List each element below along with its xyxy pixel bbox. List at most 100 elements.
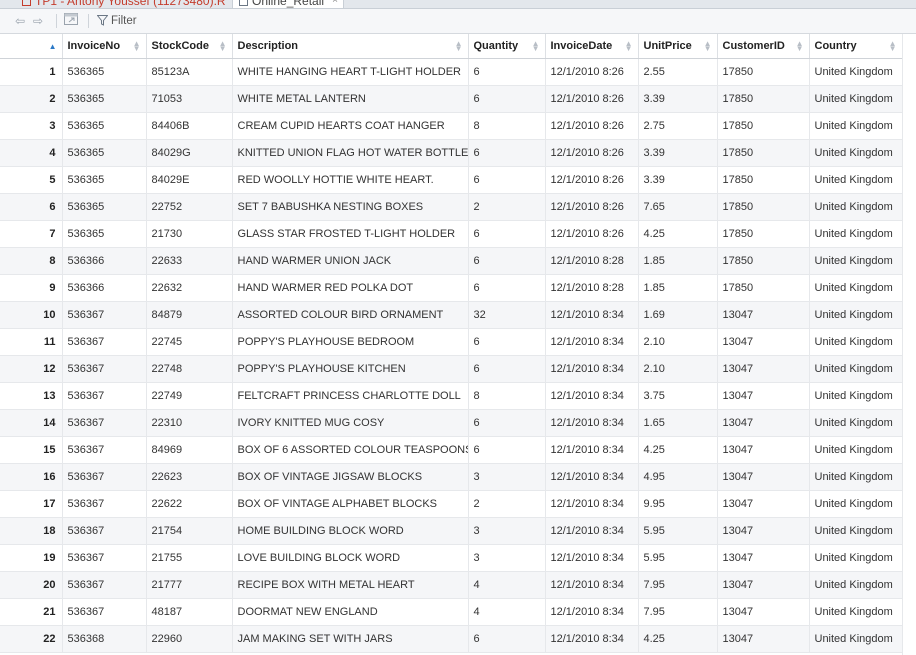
stockcode-cell[interactable]: 21754 <box>146 517 233 545</box>
invoicedate-cell[interactable]: 12/1/2010 8:34 <box>545 625 639 653</box>
column-header-unitprice[interactable]: UnitPrice ▲ ▼ <box>638 34 718 59</box>
description-cell[interactable]: HAND WARMER UNION JACK <box>232 247 469 275</box>
quantity-cell[interactable]: 6 <box>468 85 546 113</box>
quantity-cell[interactable]: 2 <box>468 490 546 518</box>
invoicedate-cell[interactable]: 12/1/2010 8:28 <box>545 274 639 302</box>
unitprice-cell[interactable]: 4.95 <box>638 463 718 491</box>
customerid-cell[interactable]: 13047 <box>717 301 810 329</box>
column-header-quantity[interactable]: Quantity ▲ ▼ <box>468 34 546 59</box>
stockcode-cell[interactable]: 22749 <box>146 382 233 410</box>
row-number[interactable]: 7 <box>0 220 63 248</box>
table-row[interactable]: 11 536367 22745 POPPY'S PLAYHOUSE BEDROOM 6 1… <box>0 328 903 356</box>
invoiceno-cell[interactable]: 536367 <box>62 544 147 572</box>
quantity-cell[interactable]: 3 <box>468 517 546 545</box>
customerid-cell[interactable]: 13047 <box>717 571 810 599</box>
stockcode-cell[interactable]: 22960 <box>146 625 233 653</box>
filter-button[interactable]: Filter <box>96 13 137 29</box>
vertical-scrollbar[interactable] <box>902 34 916 655</box>
unitprice-cell[interactable]: 2.10 <box>638 355 718 383</box>
description-cell[interactable]: HOME BUILDING BLOCK WORD <box>232 517 469 545</box>
description-cell[interactable]: ASSORTED COLOUR BIRD ORNAMENT <box>232 301 469 329</box>
stockcode-cell[interactable]: 22623 <box>146 463 233 491</box>
stockcode-cell[interactable]: 22633 <box>146 247 233 275</box>
country-cell[interactable]: United Kingdom <box>809 490 903 518</box>
invoicedate-cell[interactable]: 12/1/2010 8:34 <box>545 436 639 464</box>
invoiceno-cell[interactable]: 536367 <box>62 571 147 599</box>
invoicedate-cell[interactable]: 12/1/2010 8:26 <box>545 220 639 248</box>
country-cell[interactable]: United Kingdom <box>809 166 903 194</box>
description-cell[interactable]: LOVE BUILDING BLOCK WORD <box>232 544 469 572</box>
customerid-cell[interactable]: 17850 <box>717 58 810 86</box>
invoicedate-cell[interactable]: 12/1/2010 8:34 <box>545 517 639 545</box>
invoicedate-cell[interactable]: 12/1/2010 8:34 <box>545 328 639 356</box>
stockcode-cell[interactable]: 22632 <box>146 274 233 302</box>
invoicedate-cell[interactable]: 12/1/2010 8:28 <box>545 247 639 275</box>
customerid-cell[interactable]: 17850 <box>717 220 810 248</box>
country-cell[interactable]: United Kingdom <box>809 544 903 572</box>
country-cell[interactable]: United Kingdom <box>809 274 903 302</box>
invoicedate-cell[interactable]: 12/1/2010 8:34 <box>545 382 639 410</box>
table-row[interactable]: 19 536367 21755 LOVE BUILDING BLOCK WORD 3 12… <box>0 544 903 572</box>
arrow-left-icon[interactable]: ⇦ <box>15 13 25 29</box>
show-in-window-icon[interactable] <box>64 13 80 29</box>
invoicedate-cell[interactable]: 12/1/2010 8:34 <box>545 490 639 518</box>
customerid-cell[interactable]: 17850 <box>717 139 810 167</box>
invoicedate-cell[interactable]: 12/1/2010 8:26 <box>545 193 639 221</box>
country-cell[interactable]: United Kingdom <box>809 517 903 545</box>
quantity-cell[interactable]: 6 <box>468 436 546 464</box>
country-cell[interactable]: United Kingdom <box>809 571 903 599</box>
column-header-rownum[interactable]: ▲ <box>0 34 63 59</box>
quantity-cell[interactable]: 4 <box>468 571 546 599</box>
column-header-country[interactable]: Country ▲ ▼ <box>809 34 903 59</box>
invoiceno-cell[interactable]: 536365 <box>62 85 147 113</box>
column-header-invoicedate[interactable]: InvoiceDate ▲ ▼ <box>545 34 639 59</box>
stockcode-cell[interactable]: 22752 <box>146 193 233 221</box>
row-number[interactable]: 13 <box>0 382 63 410</box>
table-row[interactable]: 15 536367 84969 BOX OF 6 ASSORTED COLOUR TE… <box>0 436 903 464</box>
quantity-cell[interactable]: 6 <box>468 220 546 248</box>
unitprice-cell[interactable]: 4.25 <box>638 436 718 464</box>
table-row[interactable]: 9 536366 22632 HAND WARMER RED POLKA DOT 6 12… <box>0 274 903 302</box>
row-number[interactable]: 11 <box>0 328 63 356</box>
quantity-cell[interactable]: 6 <box>468 625 546 653</box>
description-cell[interactable]: GLASS STAR FROSTED T-LIGHT HOLDER <box>232 220 469 248</box>
column-header-customerid[interactable]: CustomerID ▲ ▼ <box>717 34 810 59</box>
description-cell[interactable]: SET 7 BABUSHKA NESTING BOXES <box>232 193 469 221</box>
description-cell[interactable]: DOORMAT NEW ENGLAND <box>232 598 469 626</box>
table-row[interactable]: 7 536365 21730 GLASS STAR FROSTED T-LIGHT H… <box>0 220 903 248</box>
description-cell[interactable]: BOX OF 6 ASSORTED COLOUR TEASPOONS <box>232 436 469 464</box>
invoiceno-cell[interactable]: 536367 <box>62 436 147 464</box>
row-number[interactable]: 9 <box>0 274 63 302</box>
stockcode-cell[interactable]: 21755 <box>146 544 233 572</box>
customerid-cell[interactable]: 13047 <box>717 517 810 545</box>
tab-script[interactable]: TP1 - Antony Youssef (11273480).R <box>16 0 228 8</box>
table-row[interactable]: 2 536365 71053 WHITE METAL LANTERN 6 12/1/201… <box>0 85 903 113</box>
stockcode-cell[interactable]: 84406B <box>146 112 233 140</box>
row-number[interactable]: 16 <box>0 463 63 491</box>
country-cell[interactable]: United Kingdom <box>809 328 903 356</box>
invoiceno-cell[interactable]: 536367 <box>62 328 147 356</box>
table-row[interactable]: 4 536365 84029G KNITTED UNION FLAG HOT WATE… <box>0 139 903 167</box>
customerid-cell[interactable]: 13047 <box>717 463 810 491</box>
country-cell[interactable]: United Kingdom <box>809 193 903 221</box>
invoiceno-cell[interactable]: 536366 <box>62 247 147 275</box>
unitprice-cell[interactable]: 4.25 <box>638 625 718 653</box>
invoicedate-cell[interactable]: 12/1/2010 8:26 <box>545 58 639 86</box>
table-row[interactable]: 8 536366 22633 HAND WARMER UNION JACK 6 12/1/… <box>0 247 903 275</box>
customerid-cell[interactable]: 13047 <box>717 625 810 653</box>
arrow-right-icon[interactable]: ⇨ <box>33 13 43 29</box>
unitprice-cell[interactable]: 5.95 <box>638 517 718 545</box>
description-cell[interactable]: HAND WARMER RED POLKA DOT <box>232 274 469 302</box>
table-row[interactable]: 14 536367 22310 IVORY KNITTED MUG COSY 6 12/1… <box>0 409 903 437</box>
quantity-cell[interactable]: 6 <box>468 247 546 275</box>
invoiceno-cell[interactable]: 536367 <box>62 517 147 545</box>
invoiceno-cell[interactable]: 536365 <box>62 220 147 248</box>
unitprice-cell[interactable]: 3.39 <box>638 85 718 113</box>
close-tab-icon[interactable]: × <box>332 0 338 8</box>
quantity-cell[interactable]: 2 <box>468 193 546 221</box>
invoiceno-cell[interactable]: 536365 <box>62 112 147 140</box>
quantity-cell[interactable]: 6 <box>468 139 546 167</box>
country-cell[interactable]: United Kingdom <box>809 85 903 113</box>
customerid-cell[interactable]: 13047 <box>717 409 810 437</box>
table-row[interactable]: 21 536367 48187 DOORMAT NEW ENGLAND 4 12/1/20… <box>0 598 903 626</box>
